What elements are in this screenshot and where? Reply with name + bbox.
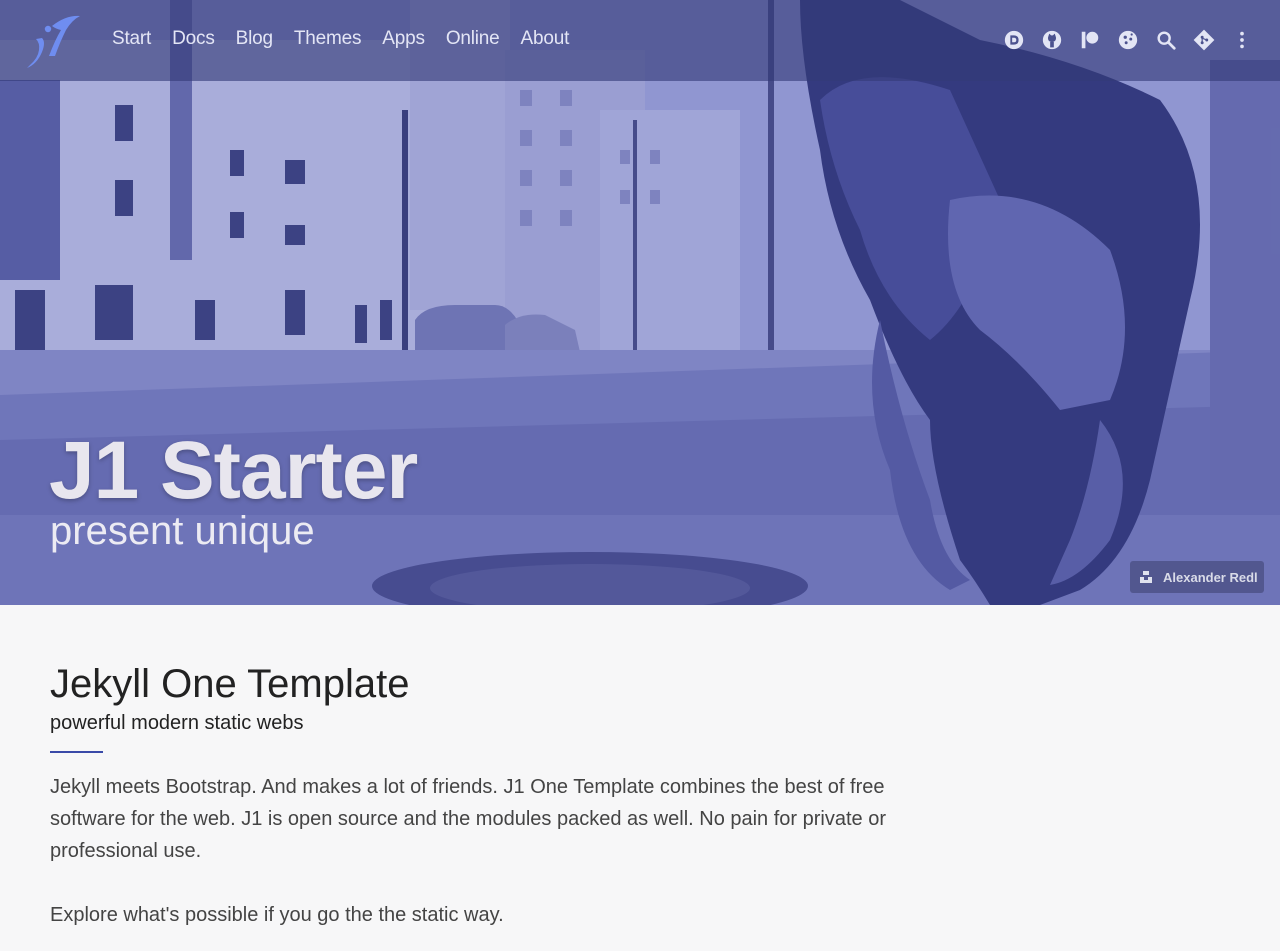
- section-title: Jekyll One Template: [50, 662, 410, 706]
- more-vertical-icon[interactable]: [1230, 26, 1254, 54]
- disqus-icon[interactable]: [1002, 26, 1026, 54]
- nav-docs[interactable]: Docs: [172, 28, 215, 50]
- title-divider: [50, 751, 103, 753]
- main-nav: Start Docs Blog Themes Apps Online About: [112, 28, 590, 50]
- top-navbar: Start Docs Blog Themes Apps Online About: [0, 0, 1280, 81]
- git-icon[interactable]: [1192, 26, 1216, 54]
- cookie-icon[interactable]: [1116, 26, 1140, 54]
- hero-title: J1 Starter: [49, 425, 418, 516]
- explore-paragraph: Explore what's possible if you go the th…: [50, 904, 504, 926]
- nav-icon-bar: [1002, 26, 1254, 54]
- intro-paragraph: Jekyll meets Bootstrap. And makes a lot …: [50, 776, 887, 862]
- photo-credit-name: Alexander Redl: [1163, 569, 1258, 585]
- hero-tagline: present unique: [50, 509, 315, 553]
- hero-banner: J1 Starter present unique Alexander Redl: [0, 0, 1280, 605]
- unsplash-icon: [1140, 571, 1152, 583]
- nav-start[interactable]: Start: [112, 28, 151, 50]
- section-subtitle: powerful modern static webs: [50, 712, 304, 734]
- github-icon[interactable]: [1040, 26, 1064, 54]
- nav-apps[interactable]: Apps: [382, 28, 425, 50]
- search-icon[interactable]: [1154, 26, 1178, 54]
- patreon-icon[interactable]: [1078, 26, 1102, 54]
- intro-section: Jekyll One Template powerful modern stat…: [50, 660, 950, 931]
- nav-blog[interactable]: Blog: [236, 28, 273, 50]
- photo-credit-button[interactable]: Alexander Redl: [1130, 561, 1264, 593]
- nav-about[interactable]: About: [521, 28, 570, 50]
- nav-online[interactable]: Online: [446, 28, 500, 50]
- j1-logo[interactable]: [22, 12, 84, 70]
- nav-themes[interactable]: Themes: [294, 28, 362, 50]
